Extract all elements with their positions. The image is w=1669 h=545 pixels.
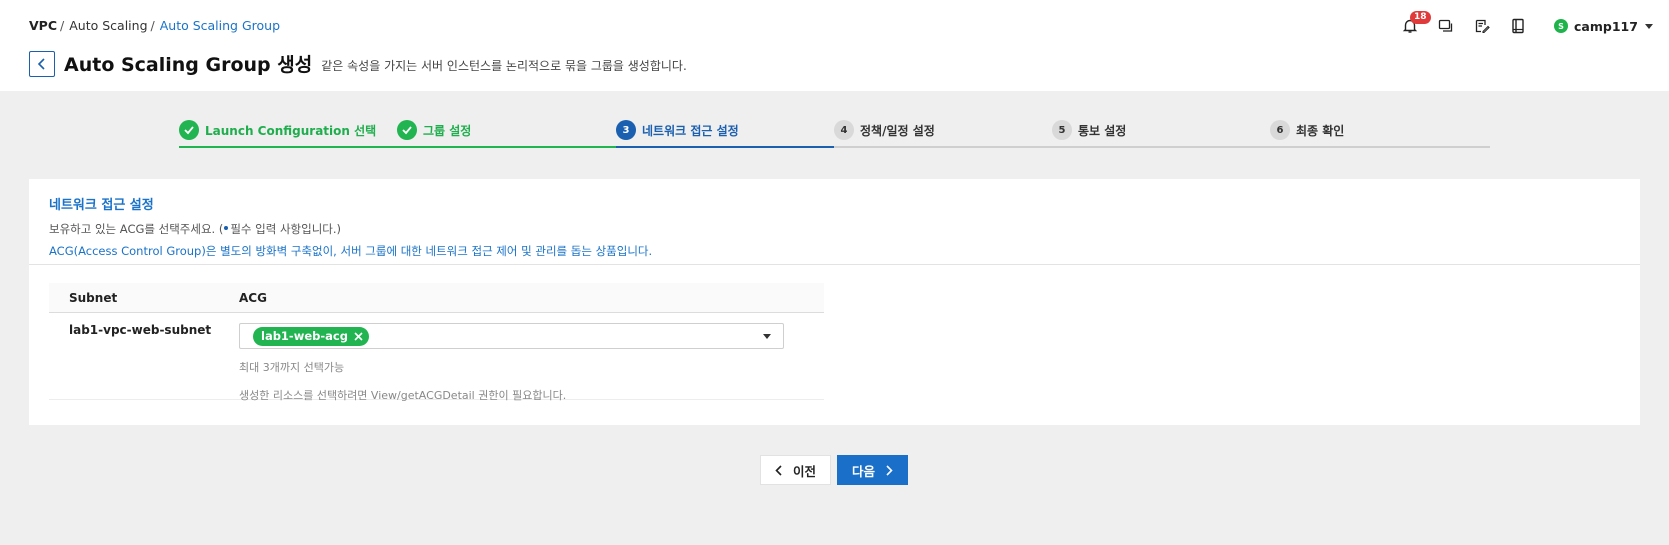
stepper-progress-done: [179, 146, 616, 148]
step-launch-configuration[interactable]: Launch Configuration 선택: [179, 120, 376, 140]
step-label: 정책/일정 설정: [860, 123, 935, 138]
user-name: camp117: [1574, 18, 1638, 34]
section-subtitle: 보유하고 있는 ACG를 선택주세요. ( 필수 입력 사항입니다.): [49, 221, 1620, 237]
breadcrumb-current[interactable]: Auto Scaling Group: [160, 18, 280, 33]
step-label: 네트워크 접근 설정: [642, 123, 739, 138]
step-label: 최종 확인: [1296, 123, 1345, 138]
book-icon: [1512, 18, 1524, 34]
caret-down-icon: [1644, 23, 1653, 29]
wizard-stepper: Launch Configuration 선택 그룹 설정 3 네트워크 접근 …: [179, 120, 1490, 150]
stepper-progress-current: [616, 146, 834, 148]
step-notification[interactable]: 5 통보 설정: [1052, 120, 1126, 140]
step-label: Launch Configuration 선택: [205, 123, 377, 138]
remove-tag-close-icon[interactable]: [354, 331, 363, 341]
breadcrumb-separator: /: [150, 18, 155, 33]
acg-tag: lab1-web-acg: [253, 326, 369, 346]
check-icon: [179, 120, 199, 140]
breadcrumb-separator: /: [60, 18, 65, 33]
step-label: 그룹 설정: [423, 123, 472, 138]
prev-button-label: 이전: [792, 463, 816, 479]
subtitle-text: 보유하고 있는 ACG를 선택주세요. (: [49, 222, 224, 236]
required-dot-icon: [224, 226, 229, 230]
step-group-settings[interactable]: 그룹 설정: [397, 120, 471, 140]
table-row: lab1-vpc-web-subnet lab1-web-acg 최대 3개까지…: [49, 313, 824, 402]
dropdown-caret-icon: [763, 334, 771, 339]
acg-table: Subnet ACG lab1-vpc-web-subnet lab1-web-…: [49, 283, 824, 402]
user-menu[interactable]: S camp117: [1554, 19, 1653, 34]
breadcrumb-vpc[interactable]: VPC: [29, 18, 57, 33]
prev-button[interactable]: 이전: [760, 455, 831, 485]
acg-select[interactable]: lab1-web-acg: [239, 323, 784, 349]
chat-icon: [1438, 19, 1453, 32]
chat-button[interactable]: [1436, 16, 1456, 36]
manual-button[interactable]: [1508, 16, 1528, 36]
memo-button[interactable]: [1472, 16, 1492, 36]
table-header: Subnet ACG: [49, 283, 824, 313]
title-row: Auto Scaling Group 생성 같은 속성을 가지는 서버 인스턴스…: [29, 50, 687, 77]
acg-tag-label: lab1-web-acg: [261, 329, 348, 343]
breadcrumb: VPC / Auto Scaling / Auto Scaling Group: [29, 18, 280, 33]
next-button-label: 다음: [851, 463, 875, 479]
subtitle-text-required: 필수 입력 사항입니다.): [230, 222, 342, 236]
network-access-card: 네트워크 접근 설정 보유하고 있는 ACG를 선택주세요. ( 필수 입력 사항…: [29, 179, 1640, 425]
acg-max-hint: 최대 3개까지 선택가능: [239, 361, 345, 374]
section-header: 네트워크 접근 설정 보유하고 있는 ACG를 선택주세요. ( 필수 입력 사항…: [29, 179, 1640, 265]
notification-button[interactable]: 18: [1400, 11, 1431, 36]
back-button[interactable]: [29, 50, 55, 77]
step-policy-schedule[interactable]: 4 정책/일정 설정: [834, 120, 935, 140]
edit-note-icon: [1475, 19, 1490, 34]
page-title: Auto Scaling Group 생성: [64, 54, 313, 76]
column-header-acg: ACG: [239, 290, 267, 305]
subnet-name: lab1-vpc-web-subnet: [69, 323, 212, 337]
chevron-right-icon: [886, 464, 893, 476]
acg-cell: lab1-web-acg 최대 3개까지 선택가능 생성한 리소스를 선택하려면…: [239, 323, 784, 402]
step-label: 통보 설정: [1078, 123, 1127, 138]
top-toolbar: 18 S camp117: [1400, 11, 1653, 36]
step-number: 3: [616, 120, 636, 140]
section-info: ACG(Access Control Group)은 별도의 방화벽 구축없이,…: [49, 244, 653, 258]
step-number: 5: [1052, 120, 1072, 140]
column-header-subnet: Subnet: [69, 290, 118, 305]
next-button[interactable]: 다음: [837, 455, 908, 485]
step-final-review[interactable]: 6 최종 확인: [1270, 120, 1344, 140]
avatar: S: [1554, 19, 1568, 33]
breadcrumb-auto-scaling[interactable]: Auto Scaling: [69, 18, 147, 33]
page-description: 같은 속성을 가지는 서버 인스턴스를 논리적으로 묶을 그룹을 생성합니다.: [321, 58, 687, 73]
step-network-access[interactable]: 3 네트워크 접근 설정: [616, 120, 739, 140]
chevron-left-icon: [37, 57, 45, 70]
chevron-left-icon: [775, 464, 782, 476]
section-title: 네트워크 접근 설정: [49, 198, 154, 213]
page-header: VPC / Auto Scaling / Auto Scaling Group …: [0, 0, 1669, 91]
check-icon: [397, 120, 417, 140]
notification-badge: 18: [1410, 11, 1431, 24]
acg-permission-hint: 생성한 리소스를 선택하려면 View/getACGDetail 권한이 필요합…: [239, 389, 567, 402]
step-number: 4: [834, 120, 854, 140]
step-number: 6: [1270, 120, 1290, 140]
